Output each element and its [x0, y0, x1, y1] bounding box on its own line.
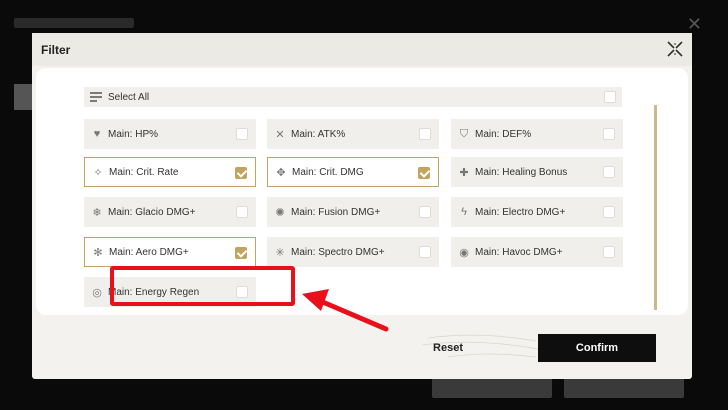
filter-option[interactable]: ✧ Main: Crit. Rate	[84, 157, 256, 187]
background-close-icon: ✕	[686, 14, 702, 34]
crit-dmg-icon: ✥	[276, 166, 286, 179]
filter-option[interactable]: ♥ Main: HP%	[84, 119, 256, 149]
filter-option-label: Main: Crit. DMG	[292, 166, 364, 178]
filter-option[interactable]: ✺ Main: Fusion DMG+	[267, 197, 439, 227]
select-all-row[interactable]: Select All	[84, 87, 622, 107]
filter-option[interactable]: ✳ Main: Spectro DMG+	[267, 237, 439, 267]
dialog-header: Filter	[32, 33, 692, 66]
spectro-icon: ✳	[275, 246, 285, 259]
crit-rate-icon: ✧	[93, 166, 103, 179]
list-icon	[90, 92, 102, 102]
filter-option-checkbox[interactable]	[419, 206, 431, 218]
aero-icon: ✻	[93, 246, 103, 259]
healing-icon: ✚	[459, 166, 469, 179]
close-button[interactable]	[664, 38, 686, 60]
filter-option-label: Main: Crit. Rate	[109, 166, 179, 178]
filter-option-label: Main: Havoc DMG+	[475, 246, 563, 258]
filter-option[interactable]: ϟ Main: Electro DMG+	[451, 197, 623, 227]
filter-option-checkbox[interactable]	[235, 167, 247, 179]
filter-option-checkbox[interactable]	[603, 128, 615, 140]
filter-option-label: Main: DEF%	[475, 128, 532, 140]
filter-option-label: Main: Aero DMG+	[109, 246, 189, 258]
filter-option-checkbox[interactable]	[603, 246, 615, 258]
filter-option-label: Main: Healing Bonus	[475, 166, 568, 178]
select-all-checkbox[interactable]	[604, 91, 616, 103]
filter-option[interactable]: ❄ Main: Glacio DMG+	[84, 197, 256, 227]
filter-option-label: Main: ATK%	[291, 128, 346, 140]
filter-option-label: Main: HP%	[108, 128, 159, 140]
scrollbar[interactable]	[654, 105, 657, 310]
dialog-title: Filter	[41, 43, 71, 57]
select-all-label: Select All	[108, 91, 150, 103]
havoc-icon: ◉	[459, 246, 469, 259]
filter-option-checkbox[interactable]	[236, 286, 248, 298]
confirm-button[interactable]: Confirm	[538, 334, 656, 362]
electro-icon: ϟ	[461, 206, 467, 218]
filter-option-checkbox[interactable]	[418, 167, 430, 179]
filter-option-checkbox[interactable]	[603, 166, 615, 178]
reset-button[interactable]: Reset	[388, 334, 508, 362]
energy-regen-icon: ◎	[92, 286, 102, 299]
filter-option-checkbox[interactable]	[603, 206, 615, 218]
filter-option[interactable]: ✕ Main: ATK%	[267, 119, 439, 149]
def-icon: ⛉	[459, 127, 469, 140]
filter-option[interactable]: ✥ Main: Crit. DMG	[267, 157, 439, 187]
filter-option-label: Main: Electro DMG+	[475, 206, 566, 218]
filter-option-label: Main: Energy Regen	[108, 286, 200, 298]
glacio-icon: ❄	[92, 206, 102, 219]
fusion-icon: ✺	[275, 206, 285, 219]
filter-dialog: Filter Select All ♥ Main: HP% ✕ Main: ATK% ⛉…	[32, 33, 692, 379]
close-icon	[667, 41, 683, 57]
filter-option-checkbox[interactable]	[419, 128, 431, 140]
filter-option-label: Main: Glacio DMG+	[108, 206, 196, 218]
background-tab	[14, 84, 32, 110]
filter-option[interactable]: ⛉ Main: DEF%	[451, 119, 623, 149]
filter-option[interactable]: ✻ Main: Aero DMG+	[84, 237, 256, 267]
filter-option-checkbox[interactable]	[236, 206, 248, 218]
hp-icon: ♥	[93, 128, 101, 140]
filter-option-checkbox[interactable]	[419, 246, 431, 258]
filter-option-label: Main: Fusion DMG+	[291, 206, 381, 218]
filter-option[interactable]: ◉ Main: Havoc DMG+	[451, 237, 623, 267]
filter-option-label: Main: Spectro DMG+	[291, 246, 385, 258]
filter-option[interactable]: ✚ Main: Healing Bonus	[451, 157, 623, 187]
atk-icon: ✕	[275, 128, 285, 141]
background-title	[14, 18, 134, 28]
filter-option-checkbox[interactable]	[235, 247, 247, 259]
filter-option-checkbox[interactable]	[236, 128, 248, 140]
filter-option[interactable]: ◎ Main: Energy Regen	[84, 277, 256, 307]
